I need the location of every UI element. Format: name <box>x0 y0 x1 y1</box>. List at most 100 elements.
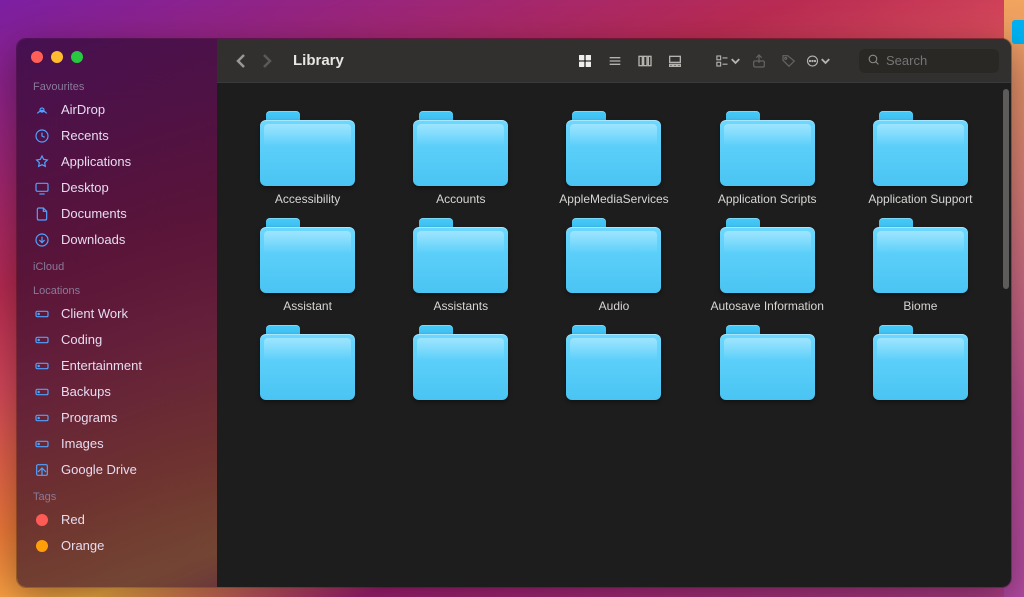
folder-biome[interactable]: Biome <box>848 218 993 313</box>
sidebar-item-downloads[interactable]: Downloads <box>17 227 217 253</box>
folder-item[interactable] <box>695 325 840 406</box>
sidebar-item-label: AirDrop <box>61 100 105 120</box>
minimize-button[interactable] <box>51 51 63 63</box>
forward-button[interactable] <box>255 49 279 73</box>
folder-item[interactable] <box>848 325 993 406</box>
drive-icon <box>33 435 51 453</box>
folder-assistants[interactable]: Assistants <box>388 218 533 313</box>
window-title: Library <box>293 52 344 69</box>
folder-applemediaservices[interactable]: AppleMediaServices <box>541 111 686 206</box>
sidebar-item-entertainment[interactable]: Entertainment <box>17 353 217 379</box>
sidebar-item-orange[interactable]: Orange <box>17 533 217 559</box>
folder-label: AppleMediaServices <box>559 192 668 206</box>
drive-icon <box>33 357 51 375</box>
folder-item[interactable] <box>541 325 686 406</box>
desktop-peek-icon <box>1012 20 1024 44</box>
folder-label: Audio <box>599 299 630 313</box>
sidebar-item-label: Coding <box>61 330 102 350</box>
sidebar-item-coding[interactable]: Coding <box>17 327 217 353</box>
folder-icon <box>720 325 815 400</box>
folder-item[interactable] <box>388 325 533 406</box>
folder-label: Application Scripts <box>718 192 817 206</box>
tag-button[interactable] <box>775 49 803 73</box>
sidebar-item-label: Client Work <box>61 304 128 324</box>
drive-icon <box>33 331 51 349</box>
close-button[interactable] <box>31 51 43 63</box>
drive-icon <box>33 383 51 401</box>
sidebar-item-label: Images <box>61 434 104 454</box>
folder-icon <box>720 111 815 186</box>
folder-icon <box>260 111 355 186</box>
sidebar-section-tags: Tags <box>17 483 217 507</box>
folder-label: Accounts <box>436 192 485 206</box>
folder-icon <box>873 111 968 186</box>
desktop-icon <box>33 179 51 197</box>
folder-label: Biome <box>903 299 937 313</box>
apps-icon <box>33 153 51 171</box>
folder-icon <box>260 218 355 293</box>
action-menu-button[interactable] <box>805 49 833 73</box>
view-columns-button[interactable] <box>631 49 659 73</box>
content-area[interactable]: Accessibility Accounts AppleMediaServices A… <box>217 83 1011 587</box>
sidebar-item-label: Backups <box>61 382 111 402</box>
sidebar-section-locations: Locations <box>17 277 217 301</box>
sidebar-section-icloud: iCloud <box>17 253 217 277</box>
search-icon <box>867 53 880 69</box>
share-button[interactable] <box>745 49 773 73</box>
folder-icon <box>566 218 661 293</box>
sidebar: Favourites AirDrop Recents Applications Des… <box>17 39 217 587</box>
sidebar-item-recents[interactable]: Recents <box>17 123 217 149</box>
folder-label: Assistant <box>283 299 332 313</box>
folder-icon <box>413 325 508 400</box>
folder-icon <box>873 325 968 400</box>
search-input[interactable] <box>886 53 991 68</box>
sidebar-item-label: Desktop <box>61 178 109 198</box>
folder-icon <box>566 325 661 400</box>
scrollbar-thumb[interactable] <box>1003 89 1009 289</box>
group-by-button[interactable] <box>715 49 743 73</box>
sidebar-item-label: Applications <box>61 152 131 172</box>
folder-icon <box>260 325 355 400</box>
folder-application-scripts[interactable]: Application Scripts <box>695 111 840 206</box>
airdrop-icon <box>33 101 51 119</box>
clock-icon <box>33 127 51 145</box>
folder-accounts[interactable]: Accounts <box>388 111 533 206</box>
sidebar-item-documents[interactable]: Documents <box>17 201 217 227</box>
sidebar-item-applications[interactable]: Applications <box>17 149 217 175</box>
folder-autosave-information[interactable]: Autosave Information <box>695 218 840 313</box>
sidebar-item-red[interactable]: Red <box>17 507 217 533</box>
folder-audio[interactable]: Audio <box>541 218 686 313</box>
main-pane: Library <box>217 39 1011 587</box>
back-button[interactable] <box>229 49 253 73</box>
document-icon <box>33 205 51 223</box>
sidebar-item-label: Recents <box>61 126 109 146</box>
drive-icon <box>33 305 51 323</box>
sidebar-item-label: Programs <box>61 408 117 428</box>
folder-application-support[interactable]: Application Support <box>848 111 993 206</box>
fullscreen-button[interactable] <box>71 51 83 63</box>
folder-accessibility[interactable]: Accessibility <box>235 111 380 206</box>
folder-label: Assistants <box>433 299 488 313</box>
view-icons-button[interactable] <box>571 49 599 73</box>
sidebar-item-label: Documents <box>61 204 127 224</box>
sidebar-item-client-work[interactable]: Client Work <box>17 301 217 327</box>
folder-icon <box>413 111 508 186</box>
sidebar-item-airdrop[interactable]: AirDrop <box>17 97 217 123</box>
folder-label: Accessibility <box>275 192 340 206</box>
sidebar-item-google-drive[interactable]: Google Drive <box>17 457 217 483</box>
folder-assistant[interactable]: Assistant <box>235 218 380 313</box>
search-field[interactable] <box>859 49 999 73</box>
view-gallery-button[interactable] <box>661 49 689 73</box>
sidebar-item-desktop[interactable]: Desktop <box>17 175 217 201</box>
folder-item[interactable] <box>235 325 380 406</box>
folder-icon <box>413 218 508 293</box>
folder-icon <box>720 218 815 293</box>
sidebar-item-backups[interactable]: Backups <box>17 379 217 405</box>
sidebar-section-favourites: Favourites <box>17 73 217 97</box>
view-list-button[interactable] <box>601 49 629 73</box>
sidebar-item-images[interactable]: Images <box>17 431 217 457</box>
sidebar-item-programs[interactable]: Programs <box>17 405 217 431</box>
folder-icon <box>566 111 661 186</box>
folder-icon <box>873 218 968 293</box>
sidebar-item-label: Entertainment <box>61 356 142 376</box>
